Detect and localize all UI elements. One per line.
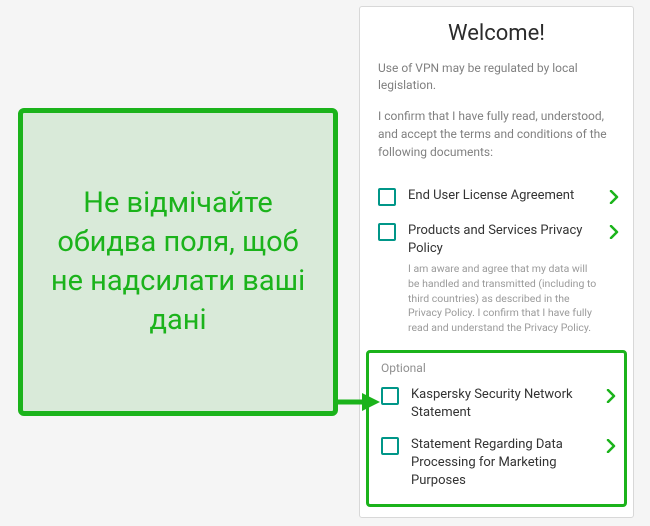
doc-content: Statement Regarding Data Processing for …	[411, 436, 594, 491]
chevron-right-icon[interactable]	[609, 190, 619, 204]
callout-text: Не відмічайте обидва поля, щоб не надсил…	[43, 184, 313, 341]
doc-row-privacy-policy[interactable]: Products and Services Privacy Policy I a…	[360, 214, 633, 344]
checkbox-marketing[interactable]	[381, 437, 399, 455]
doc-title: End User License Agreement	[408, 187, 597, 205]
doc-title: Products and Services Privacy Policy	[408, 222, 597, 258]
optional-header: Optional	[369, 359, 624, 379]
welcome-panel: Welcome! Use of VPN may be regulated by …	[359, 6, 634, 518]
doc-content: Kaspersky Security Network Statement	[411, 386, 594, 422]
chevron-right-icon[interactable]	[609, 225, 619, 239]
doc-title: Kaspersky Security Network Statement	[411, 386, 594, 422]
checkbox-eula[interactable]	[378, 188, 396, 206]
doc-row-marketing-statement[interactable]: Statement Regarding Data Processing for …	[369, 429, 624, 498]
optional-section: Optional Kaspersky Security Network Stat…	[366, 350, 627, 507]
checkbox-privacy-policy[interactable]	[378, 223, 396, 241]
doc-title: Statement Regarding Data Processing for …	[411, 436, 594, 491]
page-title: Welcome!	[360, 21, 633, 46]
chevron-right-icon[interactable]	[606, 439, 616, 453]
confirm-terms-note: I confirm that I have fully read, unders…	[360, 107, 633, 161]
checkbox-ksn[interactable]	[381, 387, 399, 405]
chevron-right-icon[interactable]	[606, 389, 616, 403]
doc-row-ksn-statement[interactable]: Kaspersky Security Network Statement	[369, 379, 624, 429]
callout-box: Не відмічайте обидва поля, щоб не надсил…	[18, 108, 338, 416]
vpn-legislation-note: Use of VPN may be regulated by local leg…	[360, 60, 633, 95]
doc-row-eula[interactable]: End User License Agreement	[360, 179, 633, 214]
next-button[interactable]: Next	[374, 517, 619, 518]
doc-content: End User License Agreement	[408, 187, 597, 205]
arrow-icon	[336, 390, 380, 414]
doc-description: I am aware and agree that my data will b…	[408, 262, 597, 335]
doc-content: Products and Services Privacy Policy I a…	[408, 222, 597, 336]
